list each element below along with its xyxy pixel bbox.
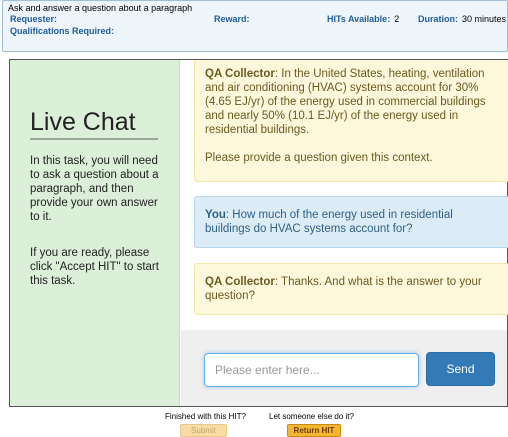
hit-header: Ask and answer a question about a paragr… [2,0,508,52]
instructions-paragraph-2: If you are ready, please click "Accept H… [30,247,159,287]
hits-available-field: HITs Available: 2 [327,14,399,24]
qualifications-label: Qualifications Required: [10,26,115,36]
send-button[interactable]: Send [426,352,495,386]
sidebar-heading: Live Chat [30,108,136,136]
message-text: : How much of the energy used in residen… [205,209,453,235]
message-speaker: You [205,209,226,221]
submit-hit-button[interactable]: Submit HIT [180,424,227,437]
hits-available-label: HITs Available: [327,14,391,24]
chat-message: QA Collector: In the United States, heat… [194,60,508,182]
finished-prompt: Finished with this HIT? [165,412,246,421]
hit-title: Ask and answer a question about a paragr… [8,3,193,13]
requester-label: Requester: [10,14,58,24]
duration-label: Duration: [418,14,458,24]
instructions-paragraph-1: In this task, you will need to ask a que… [30,155,159,223]
message-speaker: QA Collector [205,68,275,80]
chat-input-area: Send [181,330,507,406]
duration-field: Duration: 30 minutes [418,14,506,24]
return-hit-button[interactable]: Return HIT [287,424,341,437]
chat-message: QA Collector: Thanks. And what is the an… [194,263,508,315]
message-text-secondary: Please provide a question given this con… [205,152,433,164]
reward-label: Reward: [214,14,250,24]
return-prompt: Let someone else do it? [269,412,354,421]
chat-message: You: How much of the energy used in resi… [194,196,508,248]
chat-log: QA Collector: In the United States, heat… [181,60,508,330]
task-panel: Live Chat In this task, you will need to… [9,59,508,407]
chat-input[interactable] [204,353,419,387]
duration-value: 30 minutes [462,14,507,24]
hits-available-value: 2 [394,14,400,24]
heading-divider [30,138,158,140]
message-speaker: QA Collector [205,276,275,288]
instructions-sidebar: Live Chat In this task, you will need to… [10,60,180,406]
